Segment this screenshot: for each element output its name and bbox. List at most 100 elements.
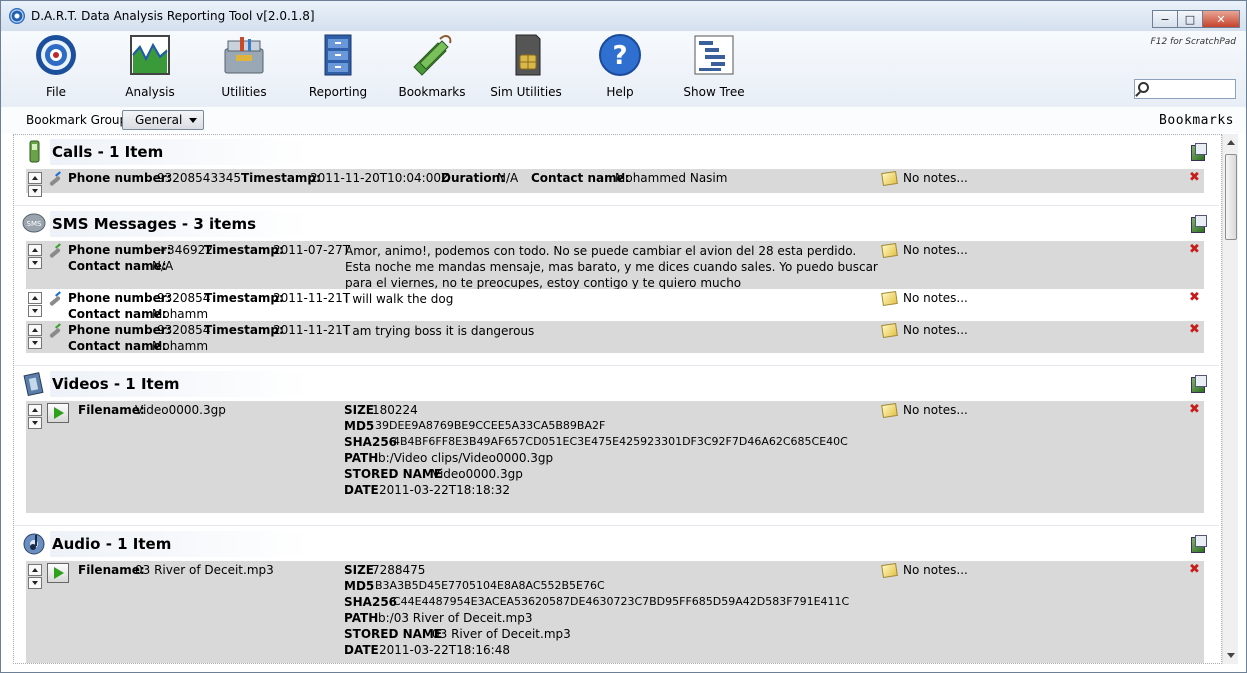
file-path: b:/Video clips/Video0000.3gp xyxy=(378,451,554,465)
contact-name: Mohammed Nasim xyxy=(615,171,728,185)
sms-section: SMS SMS Messages - 3 items Phone number:… xyxy=(14,207,1219,353)
notes-icon[interactable] xyxy=(881,403,898,418)
phone-number: 9320854 xyxy=(157,323,211,337)
md5-hash: 39DEE9A8769BE9CCEE5A33CA5B89BA2F xyxy=(375,419,606,432)
phone-number: 93208543345 xyxy=(157,171,241,185)
app-logo-icon xyxy=(9,8,25,24)
help-icon: ? xyxy=(598,33,642,77)
timestamp: 2011-07-27T xyxy=(273,243,351,257)
notes-icon[interactable] xyxy=(881,171,898,186)
field-label: Timestamp: xyxy=(241,171,321,185)
outgoing-message-icon xyxy=(47,293,63,307)
window-controls: − □ ✕ xyxy=(1152,10,1240,28)
export-icon[interactable] xyxy=(1191,375,1207,393)
toolbar-help-button[interactable]: ? Help xyxy=(579,33,661,103)
list-item: Phone number: +346922 Timestamp: 2011-07… xyxy=(26,241,1204,290)
close-button[interactable]: ✕ xyxy=(1202,10,1240,28)
field-label: STORED NAME xyxy=(344,467,443,481)
move-up-icon[interactable] xyxy=(28,404,42,416)
move-up-icon[interactable] xyxy=(28,172,42,184)
bookmark-group-select[interactable]: General xyxy=(122,110,204,130)
panel-title: Bookmarks xyxy=(1159,113,1234,128)
stored-name: 03 River of Deceit.mp3 xyxy=(432,627,571,641)
toolbar-bookmarks-button[interactable]: Bookmarks xyxy=(391,33,473,103)
toolbar-analysis-button[interactable]: Analysis xyxy=(109,33,191,103)
section-header: Audio - 1 Item xyxy=(14,527,1219,561)
export-icon[interactable] xyxy=(1191,143,1207,161)
toolbar-file-button[interactable]: File xyxy=(15,33,97,103)
search-box[interactable] xyxy=(1134,79,1236,99)
toolbar-label: File xyxy=(45,85,67,99)
md5-hash: B3A3B5D45E7705104E8A8AC552B5E76C xyxy=(375,579,605,592)
notes-icon[interactable] xyxy=(881,563,898,578)
delete-icon[interactable]: ✖ xyxy=(1189,562,1200,577)
toolbar-reporting-button[interactable]: Reporting xyxy=(297,33,379,103)
move-up-icon[interactable] xyxy=(28,324,42,336)
scratchpad-hint: F12 for ScratchPad xyxy=(1150,37,1236,47)
toolbar-label: Bookmarks xyxy=(398,85,466,99)
move-up-icon[interactable] xyxy=(28,292,42,304)
window-title: D.A.R.T. Data Analysis Reporting Tool v[… xyxy=(31,9,315,23)
tree-icon xyxy=(692,33,736,77)
notes-text[interactable]: No notes... xyxy=(903,291,968,305)
sms-bubble-icon: SMS xyxy=(22,213,46,233)
scroll-down-icon[interactable] xyxy=(1227,653,1235,658)
move-down-icon[interactable] xyxy=(28,337,42,349)
notes-text[interactable]: No notes... xyxy=(903,171,968,185)
field-label: DATE xyxy=(344,643,379,657)
file-date: 2011-03-22T18:18:32 xyxy=(379,483,510,497)
scroll-up-icon[interactable] xyxy=(1227,140,1235,145)
message-body: I am trying boss it is dangerous xyxy=(345,324,535,338)
delete-icon[interactable]: ✖ xyxy=(1189,402,1200,417)
notes-icon[interactable] xyxy=(881,243,898,258)
field-label: MD5 xyxy=(344,419,375,433)
move-down-icon[interactable] xyxy=(28,577,42,589)
move-up-icon[interactable] xyxy=(28,564,42,576)
duration: N/A xyxy=(497,171,519,185)
maximize-button[interactable]: □ xyxy=(1177,10,1203,28)
move-down-icon[interactable] xyxy=(28,417,42,429)
play-button[interactable] xyxy=(47,403,69,423)
bookmarks-icon xyxy=(410,33,454,77)
export-icon[interactable] xyxy=(1191,215,1207,233)
notes-text[interactable]: No notes... xyxy=(903,243,968,257)
list-item: Phone number: 9320854 Timestamp: 2011-11… xyxy=(26,289,1204,321)
svg-text:SMS: SMS xyxy=(27,220,42,228)
delete-icon[interactable]: ✖ xyxy=(1189,170,1200,185)
move-down-icon[interactable] xyxy=(28,305,42,317)
videos-section: Videos - 1 Item Filename: Video0000.3gp … xyxy=(14,367,1219,513)
list-item: Filename: Video0000.3gp SIZE 180224 MD5 … xyxy=(26,401,1204,513)
scrollbar-thumb[interactable] xyxy=(1225,154,1237,240)
notes-text[interactable]: No notes... xyxy=(903,323,968,337)
toolbar-label: Help xyxy=(606,85,634,99)
toolbar-utilities-button[interactable]: Utilities xyxy=(203,33,285,103)
export-icon[interactable] xyxy=(1191,535,1207,553)
notes-text[interactable]: No notes... xyxy=(903,403,968,417)
minimize-button[interactable]: − xyxy=(1152,10,1178,28)
notes-text[interactable]: No notes... xyxy=(903,563,968,577)
message-body: Amor, animo!, podemos con todo. No se pu… xyxy=(345,244,878,290)
field-label: DATE xyxy=(344,483,379,497)
svg-text:?: ? xyxy=(612,41,627,71)
reorder-arrows xyxy=(28,404,42,430)
reorder-arrows xyxy=(28,564,42,590)
reorder-arrows xyxy=(28,324,42,350)
move-up-icon[interactable] xyxy=(28,244,42,256)
incoming-message-icon xyxy=(47,245,63,259)
play-button[interactable] xyxy=(47,563,69,583)
toolbar-sim-utilities-button[interactable]: Sim Utilities xyxy=(485,33,567,103)
toolbar-show-tree-button[interactable]: Show Tree xyxy=(673,33,755,103)
vertical-scrollbar[interactable] xyxy=(1222,134,1238,664)
toolbar-label: Reporting xyxy=(308,85,368,99)
audio-music-icon xyxy=(23,533,45,555)
mobile-phone-icon xyxy=(29,140,40,163)
notes-icon[interactable] xyxy=(881,323,898,338)
delete-icon[interactable]: ✖ xyxy=(1189,290,1200,305)
field-label: PATH xyxy=(344,611,379,625)
delete-icon[interactable]: ✖ xyxy=(1189,242,1200,257)
move-down-icon[interactable] xyxy=(28,185,42,197)
sim-card-icon xyxy=(504,33,548,77)
delete-icon[interactable]: ✖ xyxy=(1189,322,1200,337)
move-down-icon[interactable] xyxy=(28,257,42,269)
notes-icon[interactable] xyxy=(881,291,898,306)
